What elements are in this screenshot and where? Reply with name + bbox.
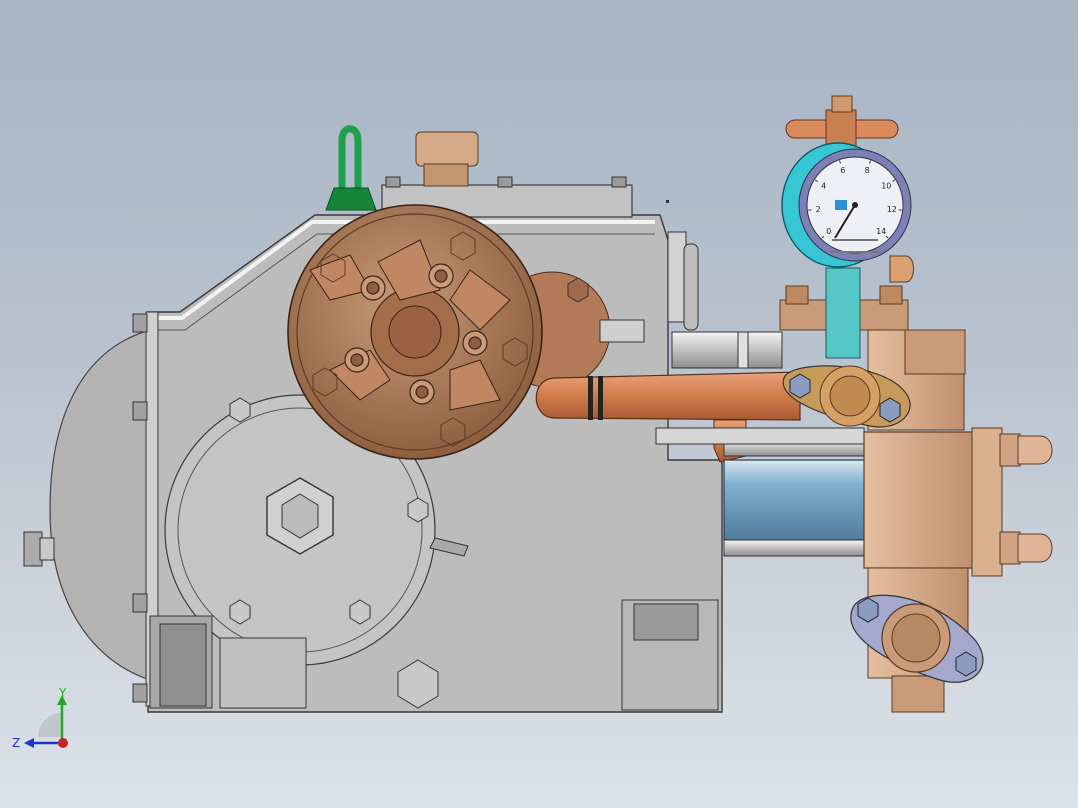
gauge-valve-nut — [879, 285, 903, 305]
gauge-scale-label: 10 — [881, 181, 891, 190]
gauge-scale-label: 0 — [826, 227, 831, 236]
head-stud — [999, 531, 1021, 565]
gauge-scale-label: 14 — [876, 227, 886, 236]
rear-housing-disc — [49, 329, 151, 681]
triad-y-label: Y — [58, 686, 67, 700]
tie-rod-bracket — [667, 231, 687, 323]
tie-rod-bracket — [683, 243, 699, 331]
discharge-fitting — [891, 675, 945, 713]
housing-foot-left-pad — [159, 623, 207, 707]
pump-head-end-plate — [971, 427, 1003, 577]
flange-bolt — [132, 683, 148, 703]
gauge-scale-label: 6 — [840, 166, 845, 175]
housing-foot-right-pad — [633, 603, 699, 641]
flange-bolt — [132, 401, 148, 421]
triad-arc — [38, 713, 62, 737]
cylinder-guide-rod — [723, 539, 867, 557]
triad-z-label: Z — [12, 736, 20, 750]
suction-pipe — [535, 371, 801, 421]
flange-bolt — [132, 593, 148, 613]
triad-origin — [58, 738, 68, 748]
housing-foot-mid — [219, 637, 307, 709]
top-cover-bolt — [611, 176, 627, 188]
gauge-scale-label: 8 — [865, 166, 870, 175]
gauge-scale-label: 4 — [821, 181, 826, 190]
cylinder-rod-cover — [655, 427, 865, 445]
lifting-eye-base — [325, 187, 377, 211]
top-cover-bolt — [385, 176, 401, 188]
top-cover-bolt — [497, 176, 513, 188]
orientation-triad[interactable]: Y Z — [10, 685, 80, 755]
graphics-viewport[interactable]: 0 2 4 6 8 10 12 14 Y Z — [0, 0, 1078, 808]
gauge-scale-label: 2 — [816, 205, 821, 214]
gauge-scale-label: 12 — [887, 205, 897, 214]
bearing-cap-lug — [599, 319, 645, 343]
sketch-point-marker — [666, 200, 669, 203]
rear-cap-bolt — [23, 531, 43, 567]
gauge-valve-nut — [785, 285, 809, 305]
valve-handle-nut — [831, 95, 853, 113]
suction-flange-port-inner — [829, 375, 871, 417]
rear-cap-bolt — [39, 537, 55, 561]
plunger-cylinder — [723, 459, 867, 541]
pipe-o-ring — [598, 376, 603, 420]
lifting-eye — [338, 125, 362, 196]
head-stud-tip — [1017, 533, 1053, 563]
triad-z-arrow — [24, 738, 34, 748]
pressure-gauge-badge — [835, 200, 847, 210]
drive-coupling-bore — [388, 305, 442, 359]
flange-bolt — [132, 313, 148, 333]
breather-plug-nut — [423, 163, 469, 187]
discharge-flange-port-inner — [891, 613, 941, 663]
gauge-valve-stem — [825, 267, 861, 359]
head-stud-tip — [1017, 435, 1053, 465]
gauge-side-fitting — [889, 255, 914, 283]
breather-plug-cap — [415, 131, 479, 167]
pump-head-manifold-cap — [904, 329, 966, 375]
pump-head-block — [863, 431, 975, 569]
pump-assembly-model[interactable]: 0 2 4 6 8 10 12 14 — [0, 0, 1078, 808]
head-stud — [999, 433, 1021, 467]
pipe-o-ring — [588, 376, 593, 420]
plunger-seal — [737, 331, 749, 369]
pressure-gauge-pivot — [852, 202, 858, 208]
plunger-rod — [671, 331, 783, 369]
